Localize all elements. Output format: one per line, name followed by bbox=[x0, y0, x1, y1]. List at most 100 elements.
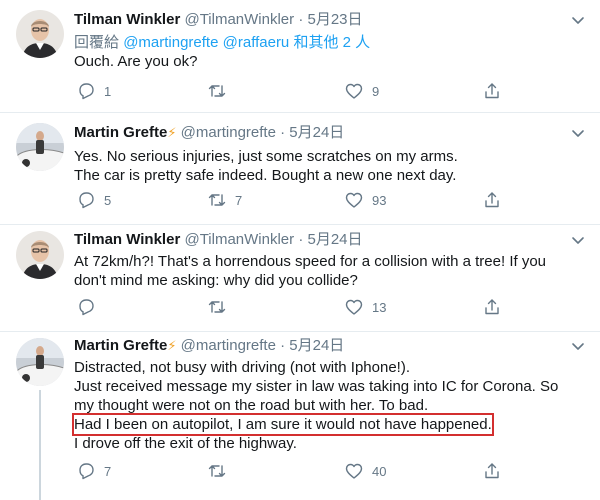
tweet-1[interactable]: Tilman Winkler @TilmanWinkler · 5月23日 回覆… bbox=[0, 0, 600, 112]
share-icon bbox=[485, 83, 499, 99]
like-icon bbox=[345, 192, 363, 208]
author-handle[interactable]: @TilmanWinkler bbox=[184, 231, 294, 248]
share-button[interactable] bbox=[482, 80, 502, 102]
tweet-body: At 72km/h?! That's a horrendous speed fo… bbox=[74, 252, 586, 290]
tweet-text-line: Distracted, not busy with driving (not w… bbox=[74, 359, 410, 376]
tweet-header: Tilman Winkler @TilmanWinkler · 5月23日 bbox=[74, 10, 556, 30]
share-icon bbox=[485, 192, 499, 208]
reply-icon bbox=[79, 299, 94, 316]
tweet-body: Yes. No serious injuries, just some scra… bbox=[74, 147, 586, 185]
reply-count: 5 bbox=[104, 192, 112, 208]
tweet-actions: 13 bbox=[74, 296, 514, 318]
chevron-down-icon bbox=[572, 17, 584, 24]
more-options-button[interactable] bbox=[568, 336, 588, 356]
author-name[interactable]: Tilman Winkler bbox=[74, 11, 180, 28]
author-handle[interactable]: @martingrefte bbox=[181, 337, 276, 354]
avatar[interactable] bbox=[16, 231, 64, 279]
reply-icon bbox=[79, 192, 94, 209]
avatar[interactable] bbox=[16, 338, 64, 386]
mention-link[interactable]: @raffaeru bbox=[223, 34, 290, 51]
retweet-icon bbox=[208, 85, 226, 97]
like-button[interactable]: 93 bbox=[344, 189, 386, 211]
like-icon bbox=[345, 299, 363, 315]
share-button[interactable] bbox=[482, 296, 502, 318]
tweet-actions: 1 9 bbox=[74, 80, 514, 102]
retweet-icon bbox=[208, 301, 226, 313]
share-button[interactable] bbox=[482, 460, 502, 482]
reply-button[interactable] bbox=[76, 296, 104, 318]
thread-line bbox=[39, 390, 41, 500]
tweet-text-line: I drove off the exit of the highway. bbox=[74, 435, 297, 452]
mention-link[interactable]: @martingrefte bbox=[123, 34, 218, 51]
separator-dot: · bbox=[298, 11, 304, 28]
tweet-header: Tilman Winkler @TilmanWinkler · 5月24日 bbox=[74, 230, 556, 250]
retweet-button[interactable] bbox=[207, 460, 235, 482]
author-name[interactable]: Tilman Winkler bbox=[74, 231, 180, 248]
retweet-count: 7 bbox=[235, 192, 243, 208]
reply-count: 7 bbox=[104, 463, 112, 479]
separator-dot: · bbox=[280, 337, 286, 354]
like-count: 93 bbox=[372, 192, 387, 208]
like-count: 40 bbox=[372, 463, 387, 479]
reply-button[interactable]: 1 bbox=[76, 80, 111, 102]
share-icon bbox=[485, 299, 499, 315]
more-options-button[interactable] bbox=[568, 10, 588, 30]
tweet-text-line: At 72km/h?! That's a horrendous speed fo… bbox=[74, 253, 547, 270]
author-handle[interactable]: @TilmanWinkler bbox=[184, 11, 294, 28]
more-options-button[interactable] bbox=[568, 123, 588, 143]
reply-button[interactable]: 5 bbox=[76, 189, 111, 211]
chevron-down-icon bbox=[572, 343, 584, 350]
retweet-icon bbox=[208, 465, 226, 477]
separator-dot: · bbox=[280, 124, 286, 141]
tweet-text-line: The car is pretty safe indeed. Bought a … bbox=[74, 167, 457, 184]
tweet-text-line: Just received message my sister in law w… bbox=[74, 378, 559, 395]
retweet-button[interactable]: 7 bbox=[207, 189, 242, 211]
like-icon bbox=[345, 83, 363, 99]
retweet-button[interactable] bbox=[207, 296, 235, 318]
tweet-header: Martin Grefte⚡ @martingrefte · 5月24日 bbox=[74, 336, 556, 356]
like-button[interactable]: 40 bbox=[344, 460, 386, 482]
tweet-date[interactable]: 5月24日 bbox=[289, 337, 344, 354]
tweet-date[interactable]: 5月24日 bbox=[289, 124, 344, 141]
separator-dot: · bbox=[298, 231, 304, 248]
replying-to: 回覆給 @martingrefte @raffaeru 和其他 2 人 bbox=[74, 33, 586, 52]
author-name[interactable]: Martin Grefte bbox=[74, 124, 167, 141]
like-count: 13 bbox=[372, 299, 387, 315]
tweet-actions: 7 40 bbox=[74, 460, 514, 482]
reply-icon bbox=[79, 83, 94, 100]
like-button[interactable]: 9 bbox=[344, 80, 379, 102]
tweet-body: Distracted, not busy with driving (not w… bbox=[72, 358, 586, 453]
like-count: 9 bbox=[372, 83, 380, 99]
tweet-2[interactable]: Martin Grefte⚡ @martingrefte · 5月24日 Yes… bbox=[0, 113, 600, 224]
tweet-date[interactable]: 5月23日 bbox=[308, 11, 363, 28]
avatar[interactable] bbox=[16, 123, 64, 171]
author-name[interactable]: Martin Grefte bbox=[74, 337, 167, 354]
tweet-3[interactable]: Tilman Winkler @TilmanWinkler · 5月24日 At… bbox=[0, 225, 600, 331]
tweet-text-line: Yes. No serious injuries, just some scra… bbox=[74, 148, 458, 165]
reply-button[interactable]: 7 bbox=[76, 460, 111, 482]
retweet-button[interactable] bbox=[207, 80, 235, 102]
highlighted-sentence: Had I been on autopilot, I am sure it wo… bbox=[72, 413, 494, 436]
bolt-badge: ⚡ bbox=[167, 338, 177, 353]
retweet-icon bbox=[208, 194, 226, 206]
bolt-badge: ⚡ bbox=[167, 125, 177, 140]
chevron-down-icon bbox=[572, 130, 584, 137]
share-button[interactable] bbox=[482, 189, 502, 211]
tweet-text-line: my thought were not on the road but with… bbox=[74, 397, 429, 414]
reply-icon bbox=[79, 463, 94, 480]
reply-count: 1 bbox=[104, 83, 112, 99]
tweet-header: Martin Grefte⚡ @martingrefte · 5月24日 bbox=[74, 123, 556, 143]
reply-prefix: 回覆給 bbox=[74, 34, 120, 51]
like-icon bbox=[345, 463, 363, 479]
tweet-actions: 5 7 93 bbox=[74, 189, 514, 211]
avatar[interactable] bbox=[16, 10, 64, 58]
tweet-body: 回覆給 @martingrefte @raffaeru 和其他 2 人 Ouch… bbox=[74, 33, 586, 71]
others-link[interactable]: 和其他 2 人 bbox=[293, 34, 370, 51]
tweet-text-line: Ouch. Are you ok? bbox=[74, 53, 198, 70]
like-button[interactable]: 13 bbox=[344, 296, 386, 318]
more-options-button[interactable] bbox=[568, 230, 588, 250]
tweet-date[interactable]: 5月24日 bbox=[308, 231, 363, 248]
author-handle[interactable]: @martingrefte bbox=[181, 124, 276, 141]
chevron-down-icon bbox=[572, 237, 584, 244]
tweet-4[interactable]: Martin Grefte⚡ @martingrefte · 5月24日 Dis… bbox=[0, 332, 600, 500]
